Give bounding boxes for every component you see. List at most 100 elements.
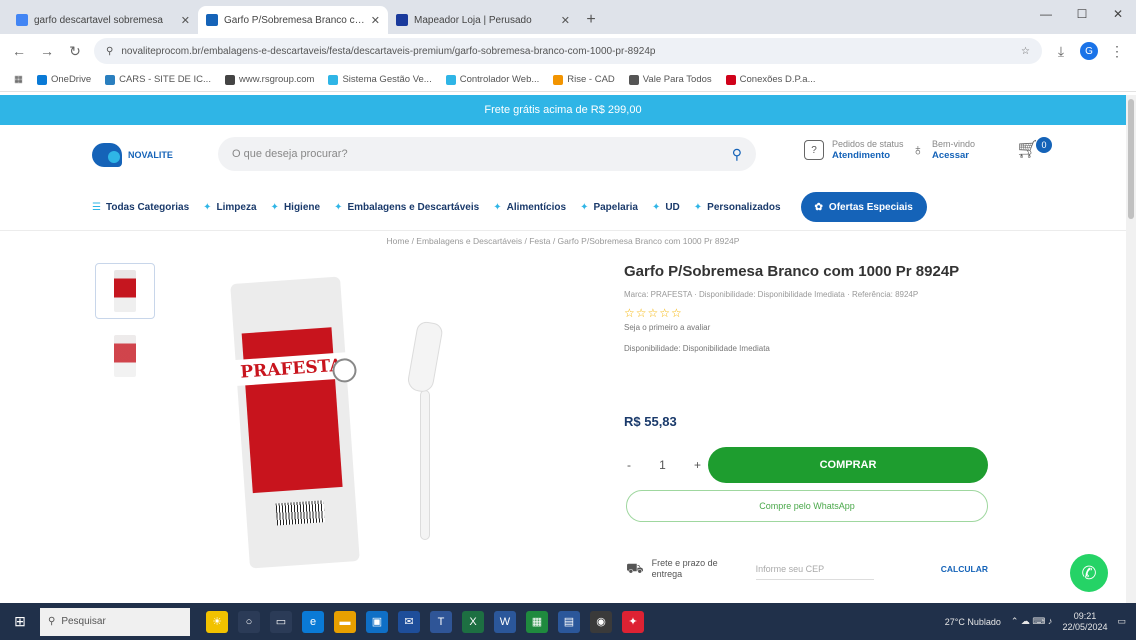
tab-favicon-icon	[16, 14, 28, 26]
category-item[interactable]: ✦ Limpeza	[203, 202, 256, 213]
close-tab-icon[interactable]: ✕	[181, 14, 190, 27]
review-link[interactable]: Seja o primeiro a avaliar	[624, 323, 994, 332]
sheets-icon[interactable]: ▦	[526, 610, 548, 633]
offer-tag-icon: ✿	[814, 201, 823, 213]
tray-icons[interactable]: ⌃ ☁ ⌨ ♪	[1011, 616, 1053, 627]
bookmark-item[interactable]: Controlador Web...	[445, 74, 539, 85]
bookmark-star-icon[interactable]: ☆	[1021, 46, 1030, 57]
reload-icon[interactable]: ↻	[66, 43, 84, 60]
url-field[interactable]: ⚲ novaliteprocom.br/embalagens-e-descart…	[94, 38, 1042, 64]
logo-text: NOVALITE	[128, 150, 173, 160]
account-login[interactable]: ♁ Bem-vindo Acessar	[912, 139, 975, 161]
chrome-icon[interactable]: ◉	[590, 610, 612, 633]
windows-start-icon[interactable]: ⊞	[0, 603, 40, 640]
search-icon[interactable]: ⚲	[732, 146, 742, 163]
category-icon: ✦	[493, 201, 502, 213]
taskbar-search-placeholder: Pesquisar	[61, 616, 106, 627]
new-tab-button[interactable]: +	[578, 6, 604, 34]
category-item[interactable]: ✦ Higiene	[271, 202, 321, 213]
bookmark-item[interactable]: Rise - CAD	[553, 74, 615, 85]
profile-avatar[interactable]: G	[1080, 42, 1098, 60]
bookmark-item[interactable]: Vale Para Todos	[628, 74, 712, 85]
clock[interactable]: 09:21 22/05/2024	[1062, 611, 1107, 633]
taskbar-search-input[interactable]: ⚲ Pesquisar	[40, 607, 190, 636]
category-item[interactable]: ✦ Papelaria	[580, 202, 638, 213]
order-tracking[interactable]: ? Pedidos de status Atendimento	[804, 139, 904, 161]
back-icon[interactable]: ←	[10, 43, 28, 59]
word-icon[interactable]: W	[494, 610, 516, 633]
truck-icon: ⛟	[626, 559, 644, 576]
category-item[interactable]: ☰ Todas Categorias	[92, 202, 189, 213]
url-text: novaliteprocom.br/embalagens-e-descartav…	[121, 45, 656, 57]
cortana-icon[interactable]: ○	[238, 610, 260, 633]
buy-button[interactable]: COMPRAR	[708, 447, 988, 483]
browser-tab[interactable]: garfo descartavel sobremesa ✕	[8, 6, 198, 34]
site-info-icon[interactable]: ⚲	[106, 46, 113, 57]
fork-icon	[406, 320, 444, 552]
category-item[interactable]: ✦ UD	[652, 202, 680, 213]
teams-icon[interactable]: T	[430, 610, 452, 633]
special-offers-button[interactable]: ✿ Ofertas Especiais	[800, 192, 927, 222]
category-item[interactable]: ✦ Personalizados	[694, 202, 781, 213]
category-nav: ☰ Todas Categorias ✦ Limpeza ✦ Higiene ✦ Embala…	[0, 190, 1126, 224]
breadcrumb[interactable]: Home / Embalagens e Descartáveis / Festa…	[0, 236, 1126, 246]
excel-icon[interactable]: X	[462, 610, 484, 633]
file-explorer-icon[interactable]: ▬	[334, 610, 356, 633]
qty-value[interactable]: 1	[659, 458, 666, 472]
maximize-button[interactable]: ☐	[1064, 0, 1100, 28]
bookmark-label: Rise - CAD	[567, 74, 615, 85]
docs-icon[interactable]: ▤	[558, 610, 580, 633]
weather-status[interactable]: 27°C Nublado	[945, 617, 1001, 627]
browser-tab[interactable]: Mapeador Loja | Perusado ✕	[388, 6, 578, 34]
cep-input[interactable]: Informe seu CEP	[755, 558, 874, 580]
task-view-icon[interactable]: ▭	[270, 610, 292, 633]
page-scrollbar[interactable]	[1126, 95, 1136, 603]
edge-icon[interactable]: e	[302, 610, 324, 633]
gallery-thumbnail-1[interactable]	[95, 263, 155, 319]
whatsapp-float-icon[interactable]: ✆	[1070, 554, 1108, 592]
qty-decrease-button[interactable]: -	[627, 458, 631, 472]
weather-app-icon[interactable]: ☀	[206, 610, 228, 633]
notifications-icon[interactable]: ▭	[1117, 616, 1126, 627]
bookmark-item[interactable]: Sistema Gestão Ve...	[328, 74, 432, 85]
category-item[interactable]: ✦ Alimentícios	[493, 202, 566, 213]
close-tab-icon[interactable]: ✕	[561, 14, 570, 27]
clock-date: 22/05/2024	[1062, 621, 1108, 632]
cart-button[interactable]: 🛒︎ 0	[1016, 137, 1056, 167]
bookmark-item[interactable]: OneDrive	[36, 74, 91, 85]
store-icon[interactable]: ▣	[366, 610, 388, 633]
bookmark-item[interactable]: www.rsgroup.com	[224, 74, 314, 85]
category-item[interactable]: ✦ Embalagens e Descartáveis	[334, 202, 479, 213]
category-label: Alimentícios	[506, 201, 567, 213]
bookmark-item[interactable]: CARS - SITE DE IC...	[105, 74, 211, 85]
whatsapp-buy-button[interactable]: Compre pelo WhatsApp	[626, 490, 988, 522]
app-icon[interactable]: ✦	[622, 610, 644, 633]
apps-grid-icon[interactable]: ▦	[14, 74, 23, 85]
search-input[interactable]: O que deseja procurar? ⚲	[218, 137, 756, 171]
minimize-button[interactable]: —	[1028, 0, 1064, 28]
menu-icon[interactable]: ⋮	[1108, 43, 1126, 60]
product-meta: Marca: PRAFESTA · Disponibilidade: Dispo…	[624, 290, 919, 299]
bookmark-item[interactable]: Conexões D.P.a...	[725, 74, 816, 85]
rating-stars[interactable]: ☆☆☆☆☆	[624, 306, 994, 320]
gallery-thumbnail-2[interactable]	[95, 328, 155, 384]
system-tray: 27°C Nublado ⌃ ☁ ⌨ ♪ 09:21 22/05/2024 ▭	[945, 611, 1136, 633]
browser-tab[interactable]: Garfo P/Sobremesa Branco com ✕	[198, 6, 388, 34]
bookmark-favicon-icon	[36, 74, 47, 85]
close-window-button[interactable]: ✕	[1100, 0, 1136, 28]
tab-title: Mapeador Loja | Perusado	[414, 14, 532, 26]
outlook-icon[interactable]: ✉	[398, 610, 420, 633]
download-icon[interactable]: ⤓	[1052, 43, 1070, 60]
close-tab-icon[interactable]: ✕	[371, 14, 380, 27]
tab-favicon-icon	[396, 14, 408, 26]
product-main-image[interactable]: PRAFESTA	[230, 272, 470, 572]
category-label: UD	[665, 201, 680, 213]
site-logo[interactable]: NOVALITE	[92, 143, 173, 167]
category-label: Personalizados	[707, 201, 781, 213]
qty-increase-button[interactable]: +	[694, 458, 701, 472]
search-placeholder: O que deseja procurar?	[232, 148, 348, 160]
calculate-shipping-button[interactable]: CALCULAR	[941, 564, 988, 574]
category-icon: ✦	[334, 201, 343, 213]
forward-icon[interactable]: →	[38, 43, 56, 59]
tab-favicon-icon	[206, 14, 218, 26]
